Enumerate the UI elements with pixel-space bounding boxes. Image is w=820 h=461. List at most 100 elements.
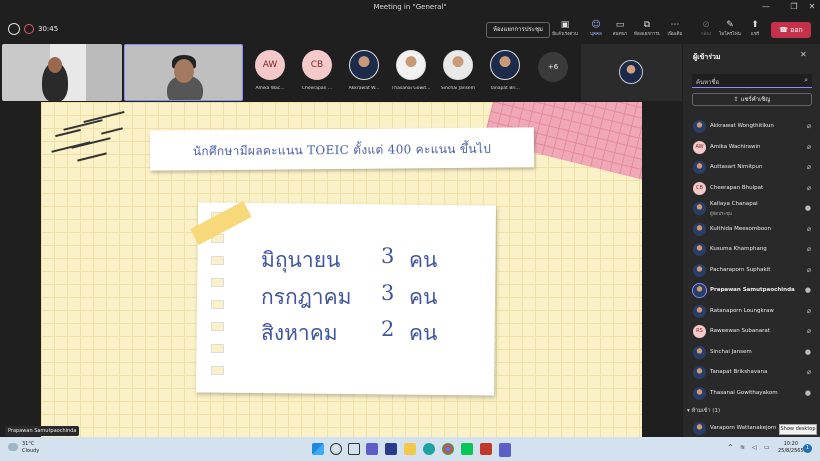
participant-name: Pacharaporn Suphakit — [710, 266, 771, 273]
share-invite-button[interactable]: ⇪ แชร์คำเชิญ — [692, 93, 812, 106]
title-bar: Meeting in "General" — ❐ ✕ — [0, 0, 820, 16]
notification-badge[interactable]: 1 — [803, 444, 812, 453]
video-tile-presenter[interactable] — [2, 44, 122, 101]
volume-icon[interactable]: ◁ — [752, 444, 757, 451]
wifi-icon[interactable]: ≋ — [740, 444, 745, 451]
chat-app-icon[interactable] — [366, 443, 378, 455]
search-input[interactable]: ค้นหาชื่อ ⌕ — [692, 74, 812, 88]
participant-row[interactable]: Prapawan Samutpaochinda ● — [683, 281, 820, 302]
people-icon: ☺ — [591, 20, 601, 30]
participant-row[interactable]: Kallaya Chanapai ผู้จัดประชุม ● — [683, 199, 820, 220]
avatar: RS — [693, 325, 706, 338]
file-explorer-icon[interactable] — [404, 443, 416, 455]
participant-name: Kulthida Meesomboon — [710, 225, 771, 232]
mic-icon: ● — [804, 204, 811, 212]
video-tile-speaker[interactable] — [124, 44, 243, 101]
attendee-tile[interactable]: Tanapat Bri... — [484, 50, 526, 100]
avatar — [693, 386, 706, 400]
windows-taskbar: 31°C Cloudy ^ ≋ ◁ ▭ 10:20 25/8/2565 1 — [0, 437, 820, 461]
line-icon[interactable] — [461, 443, 473, 455]
leave-button[interactable]: ☎ ออก — [771, 22, 811, 38]
participant-row[interactable]: Pacharaporn Suphakit ⌀ — [683, 261, 820, 282]
participant-name: Ratanaporn Loungkraw — [710, 307, 774, 314]
avatar: CB — [693, 181, 706, 195]
person-head — [174, 59, 194, 83]
tool-more[interactable]: ⋯ เพิ่มเติม — [662, 20, 688, 44]
avatar — [693, 243, 706, 256]
participant-name: Thasanai Gowithayakom — [710, 389, 778, 396]
attendee-tile[interactable]: Thasanai Gowit... — [390, 50, 432, 100]
edge-icon[interactable] — [423, 443, 435, 455]
participant-name: Amika Wachirawin — [710, 143, 761, 150]
attendee-name: Thasanai Gowit... — [391, 86, 431, 91]
tool-rooms[interactable]: ⧉ ห้องแยกการประชุม — [634, 20, 660, 44]
tool-share[interactable]: ⬆ แชร์ — [742, 20, 768, 44]
attendee-tile[interactable]: CB Cheerapan ... — [296, 50, 338, 100]
unit-label: คน — [409, 285, 438, 309]
avatar — [693, 263, 706, 277]
clock-date: 25/8/2565 — [778, 448, 804, 454]
notepad-hole — [211, 366, 224, 375]
minimize-button[interactable]: — — [758, 2, 774, 11]
participant-row[interactable]: Ratanaporn Loungkraw ⌀ — [683, 302, 820, 323]
participant-row[interactable]: CB Cheerapan Bhulpat ⌀ — [683, 179, 820, 200]
participant-name: Varaporn Wattanakejorn — [710, 425, 777, 431]
count-value: 2 — [381, 317, 395, 341]
tool-mic[interactable]: ✎ ไมโครโฟน — [717, 20, 743, 44]
participant-row[interactable]: Kulthida Meesomboon ⌀ — [683, 220, 820, 241]
attendee-tile[interactable]: AW Amika Wac... — [249, 50, 291, 100]
close-icon[interactable]: ✕ — [800, 50, 807, 59]
more-icon: ⋯ — [670, 20, 680, 30]
chrome-icon[interactable] — [442, 443, 454, 455]
participant-name: Tanapat Brikshavana — [710, 369, 768, 375]
group-header[interactable]: ▾ ห้ามเข้า (1) — [687, 407, 720, 415]
attendee-name: Tanapat Bri... — [490, 86, 520, 91]
search-icon[interactable] — [330, 443, 342, 455]
attendee-tile[interactable]: Sinchai Jansem — [437, 50, 479, 100]
count-value: 3 — [381, 244, 395, 268]
system-clock[interactable]: 10:20 25/8/2565 — [778, 441, 804, 455]
chevron-up-icon[interactable]: ^ — [728, 444, 733, 451]
notepad-hole — [211, 300, 224, 309]
teams-icon[interactable] — [499, 443, 511, 455]
task-view-icon[interactable] — [348, 443, 360, 455]
participant-row[interactable]: RS Raweewan Subanarat ⌀ — [683, 322, 820, 343]
participant-row[interactable]: Sinchai Jansem ● — [683, 343, 820, 364]
camera-off-icon: ⊘ — [702, 20, 710, 30]
participant-name: Auttasart Nimitpun — [710, 164, 763, 170]
participant-row[interactable]: AW Amika Wachirawin ⌀ — [683, 138, 820, 159]
participant-row[interactable]: Tanapat Brikshavana ⌀ — [683, 363, 820, 384]
start-icon[interactable] — [312, 443, 324, 455]
breakout-rooms-button[interactable]: ห้องแยกการประชุม — [486, 22, 550, 38]
close-window-button[interactable]: ✕ — [804, 2, 820, 11]
avatar — [693, 366, 706, 379]
maximize-button[interactable]: ❐ — [786, 2, 802, 11]
tool-whiteboard[interactable]: ▣ มีแล้วเร่งด่วน — [552, 20, 578, 44]
attendee-tile[interactable]: Akkrawat W... — [343, 50, 385, 100]
tool-camera[interactable]: ⊘ กล้อง — [693, 20, 719, 44]
tool-chat[interactable]: ▭ สนทนา — [607, 20, 633, 44]
notepad-holes — [211, 212, 225, 382]
self-video-tile[interactable] — [581, 44, 682, 101]
more-attendees-button[interactable]: +6 — [538, 52, 568, 82]
attendee-name: Akkrawat W... — [348, 86, 380, 91]
participant-row[interactable]: Akkrawat Wongthitikun ⌀ — [683, 117, 820, 138]
meeting-toolbar: 30:45 ห้องแยกการประชุม ▣ มีแล้วเร่งด่วน … — [0, 16, 820, 45]
avatar — [693, 202, 706, 215]
tool-label: บุคคล — [590, 32, 602, 37]
photoshop-icon[interactable] — [385, 443, 397, 455]
participant-row[interactable]: Kusuma Khamphang ⌀ — [683, 240, 820, 261]
month-label: สิงหาคม — [261, 321, 338, 345]
acrobat-icon[interactable] — [480, 443, 492, 455]
tool-label: ห้องแยกการประชุม — [634, 32, 660, 37]
record-icon — [24, 24, 34, 34]
participant-row[interactable]: Auttasart Nimitpun ⌀ — [683, 158, 820, 179]
participant-row[interactable]: Thasanai Gowithayakom ● — [683, 384, 820, 405]
participant-name: Kallaya Chanapai — [710, 201, 758, 207]
participant-name: Raweewan Subanarat — [710, 328, 770, 334]
weather-widget[interactable]: 31°C Cloudy — [22, 441, 39, 455]
participant-name: Kusuma Khamphang — [710, 246, 767, 252]
battery-icon[interactable]: ▭ — [764, 444, 770, 451]
tool-people[interactable]: ☺ บุคคล — [583, 20, 609, 45]
share-invite-label: แชร์คำเชิญ — [740, 96, 771, 103]
